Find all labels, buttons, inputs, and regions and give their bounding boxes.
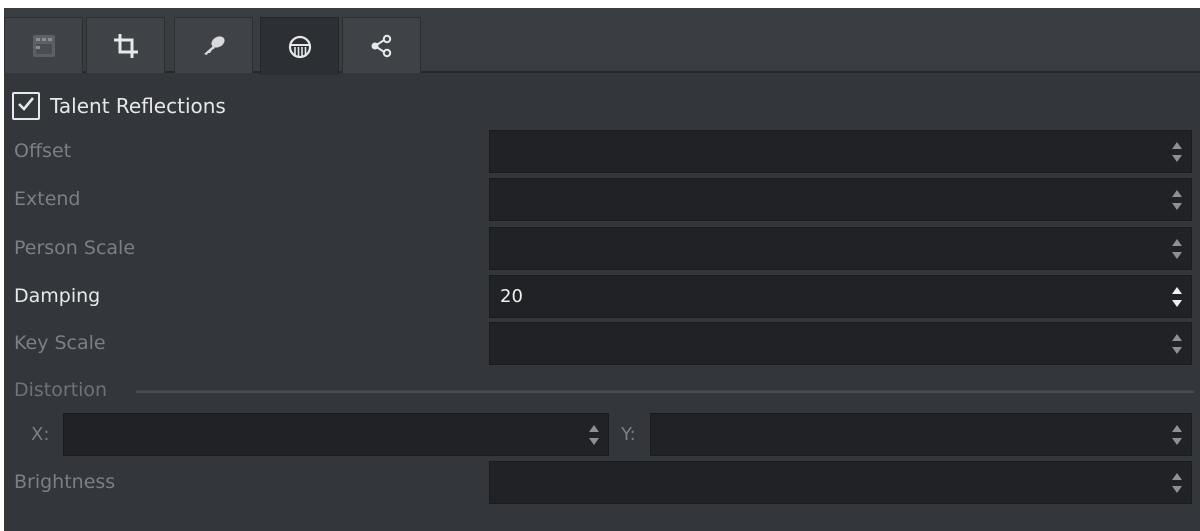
distortion-y-input[interactable]	[651, 414, 1151, 455]
share-nodes-icon	[367, 31, 397, 61]
person-scale-field[interactable]	[489, 227, 1192, 270]
distortion-section-header: Distortion	[14, 372, 1194, 408]
key-scale-field[interactable]	[489, 322, 1192, 365]
offset-input[interactable]	[490, 131, 1150, 172]
damping-row: Damping	[4, 275, 1200, 318]
key-scale-spinner[interactable]	[1171, 333, 1183, 355]
key-scale-label: Key Scale	[14, 332, 106, 354]
reflection-icon	[285, 32, 315, 62]
tab-share[interactable]	[342, 17, 421, 73]
arrow-up-icon[interactable]	[1172, 473, 1182, 480]
brightness-field[interactable]	[489, 461, 1192, 504]
key-scale-input[interactable]	[490, 323, 1150, 364]
arrow-down-icon[interactable]	[1172, 252, 1182, 259]
damping-label: Damping	[14, 285, 101, 307]
damping-spinner[interactable]	[1171, 286, 1183, 308]
distortion-y-spinner[interactable]	[1171, 424, 1183, 446]
extend-label: Extend	[14, 188, 81, 210]
brightness-spinner[interactable]	[1171, 472, 1183, 494]
arrow-down-icon[interactable]	[1172, 300, 1182, 307]
distortion-x-spinner[interactable]	[588, 424, 600, 446]
distortion-y-label: Y:	[621, 424, 636, 445]
extend-field[interactable]	[489, 178, 1192, 221]
properties-panel: Talent Reflections Offset Extend Person …	[4, 8, 1200, 531]
distortion-x-field[interactable]	[63, 413, 609, 456]
offset-field[interactable]	[489, 130, 1192, 173]
talent-reflections-toggle[interactable]: Talent Reflections	[12, 91, 226, 121]
offset-row: Offset	[4, 130, 1200, 173]
arrow-down-icon[interactable]	[589, 438, 599, 445]
arrow-up-icon[interactable]	[589, 425, 599, 432]
distortion-x-input[interactable]	[64, 414, 564, 455]
brightness-row: Brightness	[4, 461, 1200, 504]
arrow-up-icon[interactable]	[1172, 190, 1182, 197]
arrow-up-icon[interactable]	[1172, 334, 1182, 341]
arrow-up-icon[interactable]	[1172, 425, 1182, 432]
arrow-up-icon[interactable]	[1172, 142, 1182, 149]
offset-label: Offset	[14, 140, 72, 162]
brightness-input[interactable]	[490, 462, 1150, 503]
person-scale-row: Person Scale	[4, 227, 1200, 270]
extend-input[interactable]	[490, 179, 1150, 220]
key-scale-row: Key Scale	[4, 322, 1200, 365]
distortion-y-field[interactable]	[650, 413, 1192, 456]
arrow-down-icon[interactable]	[1172, 438, 1182, 445]
person-scale-input[interactable]	[490, 228, 1150, 269]
arrow-down-icon[interactable]	[1172, 347, 1182, 354]
offset-spinner[interactable]	[1171, 141, 1183, 163]
brightness-label: Brightness	[14, 471, 116, 493]
distortion-x-label: X:	[31, 424, 50, 445]
person-scale-spinner[interactable]	[1171, 238, 1183, 260]
tab-film[interactable]	[4, 17, 83, 73]
arrow-up-icon[interactable]	[1172, 239, 1182, 246]
arrow-up-icon[interactable]	[1172, 287, 1182, 294]
person-scale-label: Person Scale	[14, 237, 136, 259]
extend-row: Extend	[4, 178, 1200, 221]
distortion-title: Distortion	[14, 379, 108, 401]
damping-input[interactable]	[490, 276, 1150, 317]
section-divider	[136, 390, 1194, 393]
damping-field[interactable]	[489, 275, 1192, 318]
crop-icon	[111, 31, 141, 61]
tab-reflection[interactable]	[260, 17, 339, 75]
key-icon	[199, 31, 229, 61]
distortion-xy-row: X: Y:	[4, 413, 1200, 456]
talent-reflections-label[interactable]: Talent Reflections	[50, 94, 226, 118]
film-icon	[29, 31, 59, 61]
extend-spinner[interactable]	[1171, 189, 1183, 211]
talent-reflections-checkbox[interactable]	[12, 92, 40, 120]
arrow-down-icon[interactable]	[1172, 203, 1182, 210]
checkmark-icon	[16, 94, 36, 118]
arrow-down-icon[interactable]	[1172, 155, 1182, 162]
tab-key[interactable]	[174, 17, 253, 73]
tab-bar	[4, 8, 1200, 75]
arrow-down-icon[interactable]	[1172, 486, 1182, 493]
tab-crop[interactable]	[86, 17, 165, 73]
